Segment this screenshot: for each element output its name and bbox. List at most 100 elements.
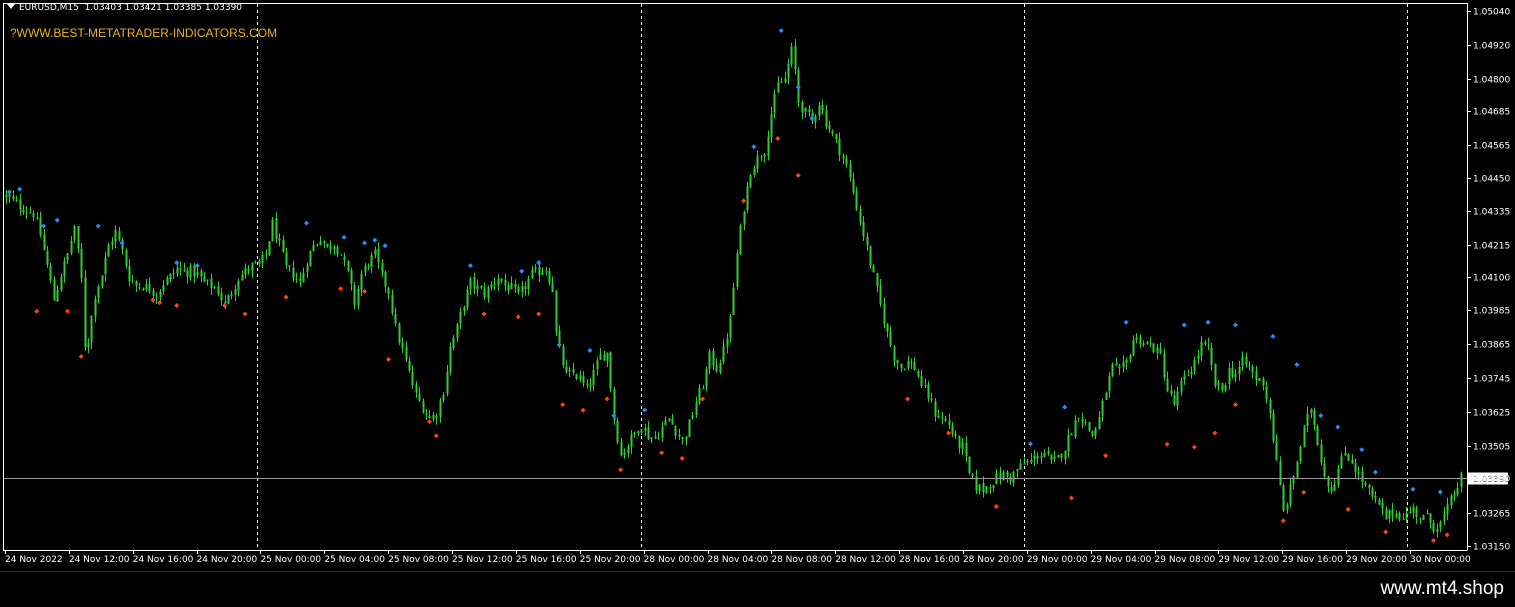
- candle-body: [319, 241, 322, 245]
- candle-body: [555, 290, 558, 332]
- candle-body: [551, 283, 554, 292]
- candle-body: [1371, 488, 1374, 497]
- candle-body: [1163, 353, 1166, 378]
- candle-body: [148, 284, 151, 292]
- candle-body: [1381, 503, 1384, 509]
- candle-body: [838, 138, 841, 156]
- candle-body: [524, 286, 527, 289]
- candle-body: [1228, 368, 1231, 385]
- candle-body: [1296, 461, 1299, 478]
- candle-body: [200, 270, 203, 277]
- candle-body: [8, 194, 11, 197]
- candle-body: [466, 289, 469, 308]
- price-tick-label: 1.04100: [1473, 274, 1510, 284]
- candle-body: [606, 352, 609, 362]
- candle-body: [118, 230, 121, 240]
- candle-body: [930, 398, 933, 401]
- price-tick-label: 1.05040: [1473, 8, 1510, 18]
- candle-body: [698, 388, 701, 403]
- candle-body: [166, 277, 169, 285]
- candle-body: [1364, 482, 1367, 485]
- candle-body: [627, 446, 630, 454]
- candle-body: [507, 285, 510, 291]
- candle-body: [644, 427, 647, 431]
- price-tick-label: 1.04335: [1473, 208, 1510, 218]
- time-tick-label: 29 Nov 04:00: [1091, 555, 1152, 565]
- candle-body: [575, 374, 578, 380]
- candle-body: [94, 298, 97, 317]
- candle-body: [66, 253, 69, 261]
- candle-body: [1251, 366, 1254, 373]
- candle-body: [732, 287, 735, 315]
- time-tick-label: 28 Nov 00:00: [644, 555, 705, 565]
- candle-body: [743, 211, 746, 225]
- price-tick-label: 1.03985: [1473, 307, 1510, 317]
- candle-body: [1070, 433, 1073, 436]
- candle-body: [889, 330, 892, 346]
- candle-body: [152, 290, 155, 296]
- candle-body: [510, 282, 513, 290]
- candle-body: [883, 303, 886, 324]
- candle-body: [217, 286, 220, 295]
- price-chart[interactable]: 1.03390 1.05040 1.04920 1.04800 1.04685 1.04…: [0, 0, 1515, 570]
- candle-body: [1292, 476, 1295, 484]
- candle-body: [685, 436, 688, 440]
- candle-body: [268, 241, 271, 255]
- candle-body: [1361, 471, 1364, 482]
- candle-body: [1012, 471, 1015, 483]
- time-tick-label: 29 Nov 12:00: [1218, 555, 1279, 565]
- candle-body: [265, 254, 268, 256]
- candle-body: [1391, 509, 1394, 516]
- candle-body: [527, 278, 530, 290]
- candle-body: [22, 209, 25, 213]
- time-tick-label: 25 Nov 08:00: [388, 555, 449, 565]
- candle-body: [568, 370, 571, 372]
- candle-body: [1132, 339, 1135, 356]
- dropdown-triangle-icon[interactable]: [7, 4, 15, 9]
- candle-body: [36, 217, 39, 219]
- candle-body: [176, 267, 179, 274]
- price-tick-label: 1.04565: [1473, 142, 1510, 152]
- candle-body: [446, 371, 449, 395]
- candle-body: [767, 136, 770, 156]
- price-tick-label: 1.03625: [1473, 409, 1510, 419]
- candle-body: [756, 155, 759, 169]
- candle-body: [1422, 515, 1425, 521]
- candle-body: [193, 264, 196, 277]
- candle-body: [790, 46, 793, 65]
- candle-body: [329, 246, 332, 250]
- candle-body: [801, 101, 804, 113]
- candle-body: [1084, 422, 1087, 424]
- candle-body: [1183, 375, 1186, 380]
- candle-body: [425, 412, 428, 415]
- candle-body: [879, 285, 882, 304]
- candle-body: [1180, 380, 1183, 392]
- candle-body: [1340, 456, 1343, 469]
- candle-body: [695, 402, 698, 415]
- candle-body: [1166, 378, 1169, 392]
- candle-body: [145, 283, 148, 290]
- candle-body: [565, 366, 568, 373]
- candle-body: [702, 388, 705, 390]
- candle-body: [1419, 518, 1422, 520]
- time-tick-label: 25 Nov 16:00: [516, 555, 577, 565]
- candle-body: [531, 269, 534, 278]
- candle-body: [1234, 373, 1237, 378]
- candle-body: [589, 384, 592, 387]
- symbol-header[interactable]: EURUSD,M15 1.03403 1.03421 1.03385 1.033…: [7, 3, 242, 13]
- candle-body: [288, 265, 291, 267]
- candle-body: [46, 250, 49, 265]
- candle-body: [43, 234, 46, 250]
- symbol-timeframe: EURUSD,M15: [19, 3, 79, 13]
- candle-body: [1289, 484, 1292, 505]
- price-tick-label: 1.03265: [1473, 510, 1510, 520]
- candle-body: [183, 269, 186, 271]
- chart-area[interactable]: 1.03390 1.05040 1.04920 1.04800 1.04685 1.04…: [0, 0, 1515, 570]
- candle-body: [1053, 456, 1056, 460]
- candle-body: [842, 156, 845, 159]
- candle-body: [408, 360, 411, 371]
- candle-body: [804, 107, 807, 113]
- time-tick-label: 29 Nov 16:00: [1282, 555, 1343, 565]
- candle-body: [1064, 450, 1067, 460]
- candle-body: [364, 265, 367, 273]
